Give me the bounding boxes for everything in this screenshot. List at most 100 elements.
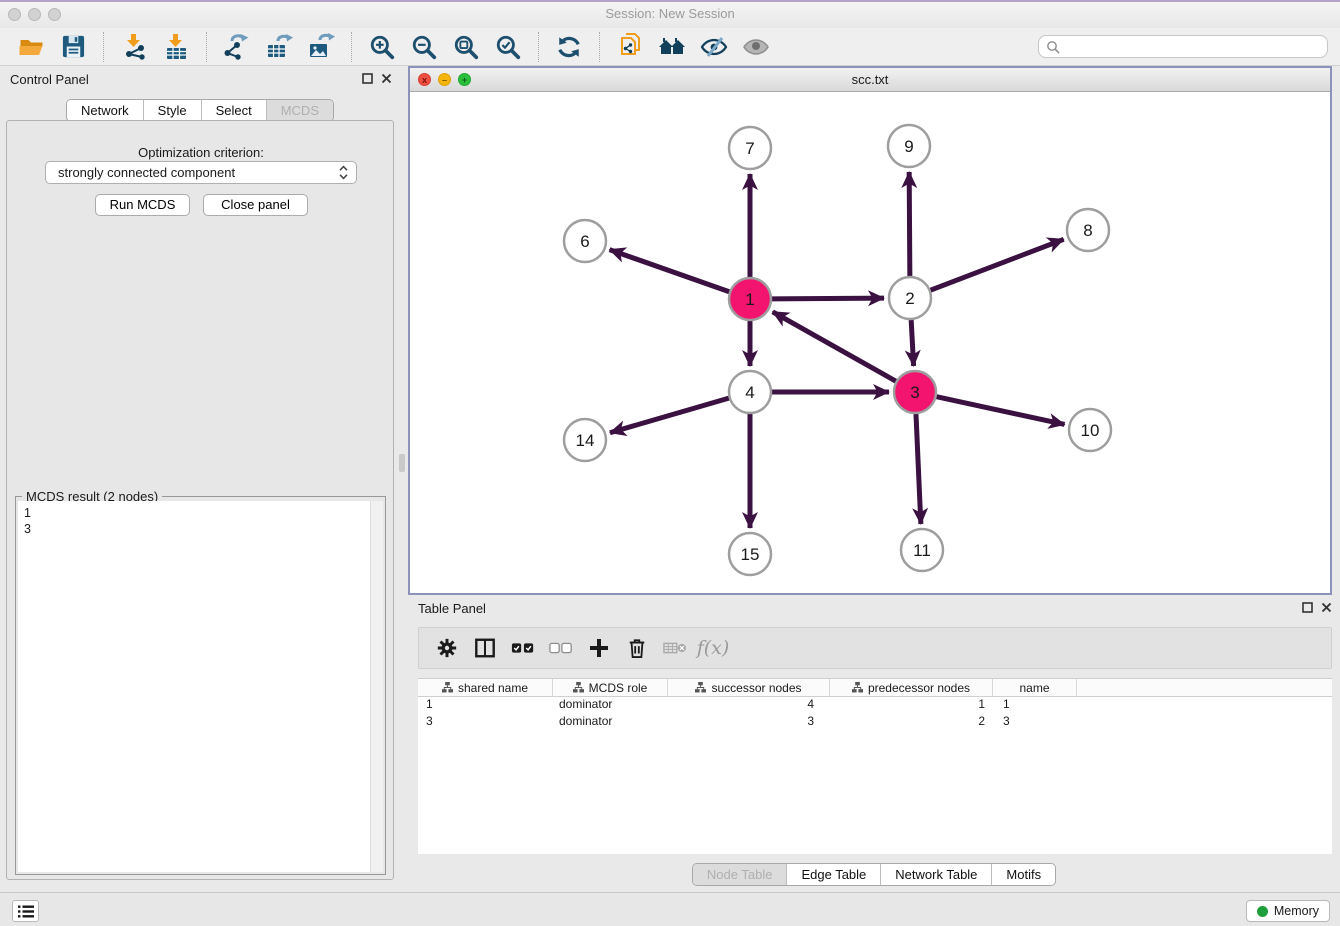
- node-8[interactable]: 8: [1067, 209, 1109, 251]
- minimize-window-button[interactable]: [28, 8, 41, 21]
- delete-icon[interactable]: [625, 636, 649, 660]
- node-2[interactable]: 2: [889, 277, 931, 319]
- zoom-window-button[interactable]: [48, 8, 61, 21]
- network-canvas[interactable]: 7 9 6 8 1 2 4 3 14 10 15 11: [410, 92, 1330, 593]
- close-panel-icon[interactable]: [1321, 602, 1332, 613]
- zoom-selected-icon[interactable]: [493, 32, 523, 62]
- gear-icon[interactable]: [435, 636, 459, 660]
- node-7[interactable]: 7: [729, 127, 771, 169]
- table-cell: 1: [830, 697, 993, 714]
- svg-text:4: 4: [745, 383, 754, 402]
- network-window-titlebar[interactable]: x – + scc.txt: [410, 68, 1330, 92]
- table-body: 1dominator4113dominator323: [418, 697, 1332, 730]
- add-column-icon[interactable]: [587, 636, 611, 660]
- node-4[interactable]: 4: [729, 371, 771, 413]
- vertical-split-handle[interactable]: [399, 454, 405, 472]
- table-cell: 3: [993, 714, 1077, 731]
- task-history-button[interactable]: [12, 900, 39, 922]
- zoom-out-icon[interactable]: [409, 32, 439, 62]
- search-field[interactable]: [1038, 35, 1328, 58]
- network-minimize-button[interactable]: –: [438, 73, 451, 86]
- edge-2-8[interactable]: [931, 239, 1064, 290]
- svg-text:11: 11: [913, 541, 931, 560]
- svg-text:15: 15: [741, 545, 760, 564]
- float-panel-icon[interactable]: [362, 73, 373, 84]
- columns-icon[interactable]: [473, 636, 497, 660]
- import-table-icon[interactable]: [161, 32, 191, 62]
- table-header: shared name MCDS role successor nodes pr…: [418, 678, 1332, 697]
- tab-motifs[interactable]: Motifs: [992, 864, 1055, 885]
- control-panel-title: Control Panel: [10, 72, 89, 87]
- mcds-result-list[interactable]: 1 3: [18, 501, 383, 872]
- search-input[interactable]: [1060, 37, 1327, 56]
- edge-2-9[interactable]: [909, 172, 910, 276]
- shared-column-icon: [695, 682, 706, 693]
- edge-4-14[interactable]: [610, 398, 729, 433]
- tab-mcds[interactable]: MCDS: [267, 100, 333, 121]
- mcds-panel: Optimization criterion: strongly connect…: [6, 120, 394, 880]
- svg-text:7: 7: [745, 139, 754, 158]
- edge-2-3[interactable]: [911, 320, 913, 366]
- svg-text:14: 14: [576, 431, 595, 450]
- table-cell: 3: [418, 714, 553, 731]
- tab-style[interactable]: Style: [144, 100, 202, 121]
- edge-1-6[interactable]: [610, 250, 730, 292]
- mcds-result-group: MCDS result (2 nodes) 1 3: [15, 496, 386, 875]
- edge-1-2[interactable]: [772, 298, 884, 299]
- table-cell: 1: [993, 697, 1077, 714]
- tab-select[interactable]: Select: [202, 100, 267, 121]
- close-panel-button[interactable]: Close panel: [203, 194, 308, 216]
- tab-network[interactable]: Network: [67, 100, 144, 121]
- zoom-in-icon[interactable]: [367, 32, 397, 62]
- close-window-button[interactable]: [8, 8, 21, 21]
- open-folder-icon[interactable]: [16, 32, 46, 62]
- toolbar-divider: [351, 32, 352, 62]
- close-panel-icon[interactable]: [381, 73, 392, 84]
- run-mcds-button[interactable]: Run MCDS: [95, 194, 190, 216]
- node-1[interactable]: 1: [729, 278, 771, 320]
- export-table-icon[interactable]: [264, 32, 294, 62]
- select-all-icon[interactable]: [511, 636, 535, 660]
- deselect-all-icon[interactable]: [549, 636, 573, 660]
- zoom-fit-icon[interactable]: [451, 32, 481, 62]
- node-10[interactable]: 10: [1069, 409, 1111, 451]
- tab-node-table[interactable]: Node Table: [693, 864, 788, 885]
- column-header-name[interactable]: name: [993, 679, 1077, 696]
- export-image-icon[interactable]: [306, 32, 336, 62]
- memory-button[interactable]: Memory: [1246, 900, 1330, 922]
- node-table: shared name MCDS role successor nodes pr…: [418, 678, 1332, 854]
- node-14[interactable]: 14: [564, 419, 606, 461]
- toolbar-divider: [206, 32, 207, 62]
- table-row[interactable]: 1dominator411: [418, 697, 1332, 714]
- node-11[interactable]: 11: [901, 529, 943, 571]
- export-network-icon[interactable]: [222, 32, 252, 62]
- column-header-successor-nodes[interactable]: successor nodes: [668, 679, 830, 696]
- column-header-mcds-role[interactable]: MCDS role: [553, 679, 668, 696]
- tab-edge-table[interactable]: Edge Table: [787, 864, 881, 885]
- network-maximize-button[interactable]: +: [458, 73, 471, 86]
- copy-network-icon[interactable]: [615, 32, 645, 62]
- node-3[interactable]: 3: [894, 371, 936, 413]
- edge-3-1[interactable]: [773, 312, 896, 381]
- table-row[interactable]: 3dominator323: [418, 714, 1332, 731]
- list-icon: [18, 905, 34, 918]
- node-15[interactable]: 15: [729, 533, 771, 575]
- import-network-icon[interactable]: [119, 32, 149, 62]
- column-header-predecessor-nodes[interactable]: predecessor nodes: [830, 679, 993, 696]
- float-panel-icon[interactable]: [1302, 602, 1313, 613]
- eye-icon[interactable]: [741, 32, 771, 62]
- svg-text:6: 6: [580, 232, 589, 251]
- tab-network-table[interactable]: Network Table: [881, 864, 992, 885]
- eye-slash-icon[interactable]: [699, 32, 729, 62]
- edge-3-10[interactable]: [936, 397, 1064, 425]
- node-6[interactable]: 6: [564, 220, 606, 262]
- save-icon[interactable]: [58, 32, 88, 62]
- node-9[interactable]: 9: [888, 125, 930, 167]
- refresh-icon[interactable]: [554, 32, 584, 62]
- edge-3-11[interactable]: [916, 414, 921, 524]
- column-header-shared-name[interactable]: shared name: [418, 679, 553, 696]
- homes-icon[interactable]: [657, 32, 687, 62]
- criterion-dropdown[interactable]: strongly connected component: [45, 161, 357, 184]
- network-close-button[interactable]: x: [418, 73, 431, 86]
- result-scrollbar[interactable]: [370, 501, 383, 872]
